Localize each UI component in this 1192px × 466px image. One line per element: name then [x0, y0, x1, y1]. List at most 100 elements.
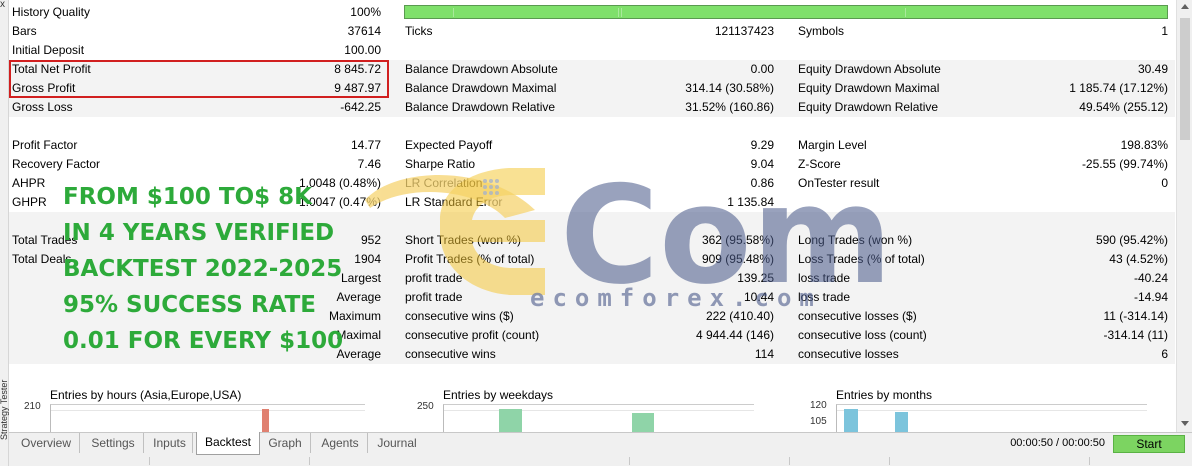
stat-row: Recovery Factor 7.46 Sharpe Ratio 9.04 Z-Sco…: [9, 155, 1175, 174]
stat-value: 1 185.74 (17.12%): [1069, 81, 1168, 95]
stat-value: 114: [754, 347, 774, 361]
scroll-thumb[interactable]: [1180, 18, 1190, 140]
elapsed-time: 00:00:50 / 00:00:50: [1010, 437, 1105, 449]
stat-value: 1: [1161, 24, 1168, 38]
stat-value: 9.29: [750, 138, 774, 152]
chart-title-weekdays: Entries by weekdays: [443, 388, 554, 402]
tab-overview[interactable]: Overview: [13, 433, 80, 453]
strategy-tester-panel: x Strategy Tester History Quality 100% Bar…: [0, 0, 1192, 466]
status-divider: [309, 457, 310, 465]
chart-weekdays: [443, 404, 754, 433]
quality-bar-tick: [905, 8, 906, 17]
stat-value: [949, 193, 1168, 212]
stat-value: 31.52% (160.86): [685, 100, 774, 114]
chart-bar: [262, 409, 269, 433]
stat-value: -642.25: [340, 100, 381, 114]
stat-value: 0.00: [750, 62, 774, 76]
quality-bar-tick: [453, 8, 454, 17]
tab-agents[interactable]: Agents: [313, 433, 368, 453]
stat-row: Bars 37614 Ticks 121137423 Symbols 1: [9, 22, 1175, 41]
chart-bar: [895, 412, 908, 433]
stat-label: Initial Deposit: [12, 43, 85, 57]
scroll-down-icon[interactable]: [1181, 421, 1189, 426]
close-icon[interactable]: x: [0, 0, 5, 10]
stat-value: 7.46: [357, 157, 381, 171]
chart-axis-months-top: 120: [810, 400, 827, 411]
tab-journal[interactable]: Journal: [371, 433, 423, 453]
status-divider: [149, 457, 150, 465]
status-strip: [9, 455, 1192, 466]
stat-value: [949, 212, 1168, 231]
stat-row: [9, 117, 1175, 136]
stat-value: [949, 41, 1168, 60]
stat-value: 0.86: [750, 176, 774, 190]
stat-value: 14.77: [350, 138, 381, 152]
strategy-tester-label: Strategy Tester: [0, 379, 9, 440]
tab-bar: Overview Settings Inputs Backtest Graph Agent…: [9, 432, 1192, 466]
side-strip: x Strategy Tester: [0, 0, 9, 466]
stat-value: -314.14 (11): [1103, 328, 1168, 342]
stat-row: Initial Deposit 100.00: [9, 41, 1175, 60]
stat-value: 43 (4.52%): [1109, 252, 1168, 266]
chart-bar: [844, 409, 858, 433]
stat-row: Gross Loss -642.25 Balance Drawdown Relati…: [9, 98, 1175, 117]
stat-value: 100.00: [344, 43, 381, 57]
stat-label: History Quality: [12, 5, 91, 19]
stat-value: 49.54% (255.12): [1079, 100, 1168, 114]
status-divider: [789, 457, 790, 465]
start-button[interactable]: Start: [1113, 435, 1185, 453]
stat-value: [209, 117, 381, 136]
stat-value: 362 (95.58%): [701, 233, 774, 247]
stat-value: 4 944.44 (146): [695, 328, 774, 342]
chart-title-hours: Entries by hours (Asia,Europe,USA): [50, 388, 242, 402]
chart-axis-weekdays: 250: [417, 401, 434, 412]
promo-line: IN 4 YEARS VERIFIED: [63, 220, 335, 246]
stat-value: -14.94: [1133, 290, 1168, 304]
stat-value: 222 (410.40): [705, 309, 774, 323]
status-divider: [889, 457, 890, 465]
stat-label: [12, 117, 242, 136]
quality-bar-tick: [618, 8, 619, 17]
status-divider: [1089, 457, 1090, 465]
chart-axis-months-bottom: 105: [810, 416, 827, 427]
tab-settings[interactable]: Settings: [83, 433, 144, 453]
stat-value: 37614: [347, 24, 381, 38]
stat-label: Bars: [12, 24, 37, 38]
stat-value: 30.49: [1137, 62, 1168, 76]
chart-gridline: [51, 410, 365, 411]
stat-value: 314.14 (30.58%): [685, 81, 774, 95]
stat-label: Profit Factor: [12, 138, 78, 152]
stat-value: 9.04: [750, 157, 774, 171]
stat-label: Gross Loss: [12, 100, 73, 114]
stat-value: 1 135.84: [727, 195, 774, 209]
chart-gridline: [837, 410, 1147, 411]
promo-line: FROM $100 TO$ 8K: [63, 184, 312, 210]
charts-row: Entries by hours (Asia,Europe,USA) 210 E…: [9, 384, 1175, 433]
stat-label: Recovery Factor: [12, 157, 101, 171]
stat-value: 6: [1161, 347, 1168, 361]
chart-months: [836, 404, 1147, 433]
stat-value: 10.44: [743, 290, 774, 304]
tab-inputs[interactable]: Inputs: [147, 433, 193, 453]
vertical-scrollbar[interactable]: [1176, 0, 1192, 432]
stat-value: 909 (95.48%): [701, 252, 774, 266]
tab-backtest[interactable]: Backtest: [196, 432, 260, 455]
stat-value: 0: [1161, 176, 1168, 190]
stat-value: 590 (95.42%): [1095, 233, 1168, 247]
chart-title-months: Entries by months: [836, 388, 933, 402]
status-divider: [629, 457, 630, 465]
chart-axis-hours: 210: [24, 401, 41, 412]
stat-value: [569, 41, 774, 60]
stat-value: 198.83%: [1120, 138, 1168, 152]
stat-value: -40.24: [1133, 271, 1168, 285]
scroll-up-icon[interactable]: [1181, 4, 1189, 9]
tab-graph[interactable]: Graph: [260, 433, 311, 453]
promo-line: 0.01 FOR EVERY $100: [63, 328, 344, 354]
highlight-box: [9, 60, 389, 98]
stat-row: Profit Factor 14.77 Expected Payoff 9.29 Mar…: [9, 136, 1175, 155]
chart-gridline: [444, 410, 754, 411]
chart-bar: [499, 409, 522, 433]
stat-value: [569, 117, 774, 136]
stat-value: [569, 212, 774, 231]
stat-value: -25.55 (99.74%): [1081, 157, 1168, 171]
